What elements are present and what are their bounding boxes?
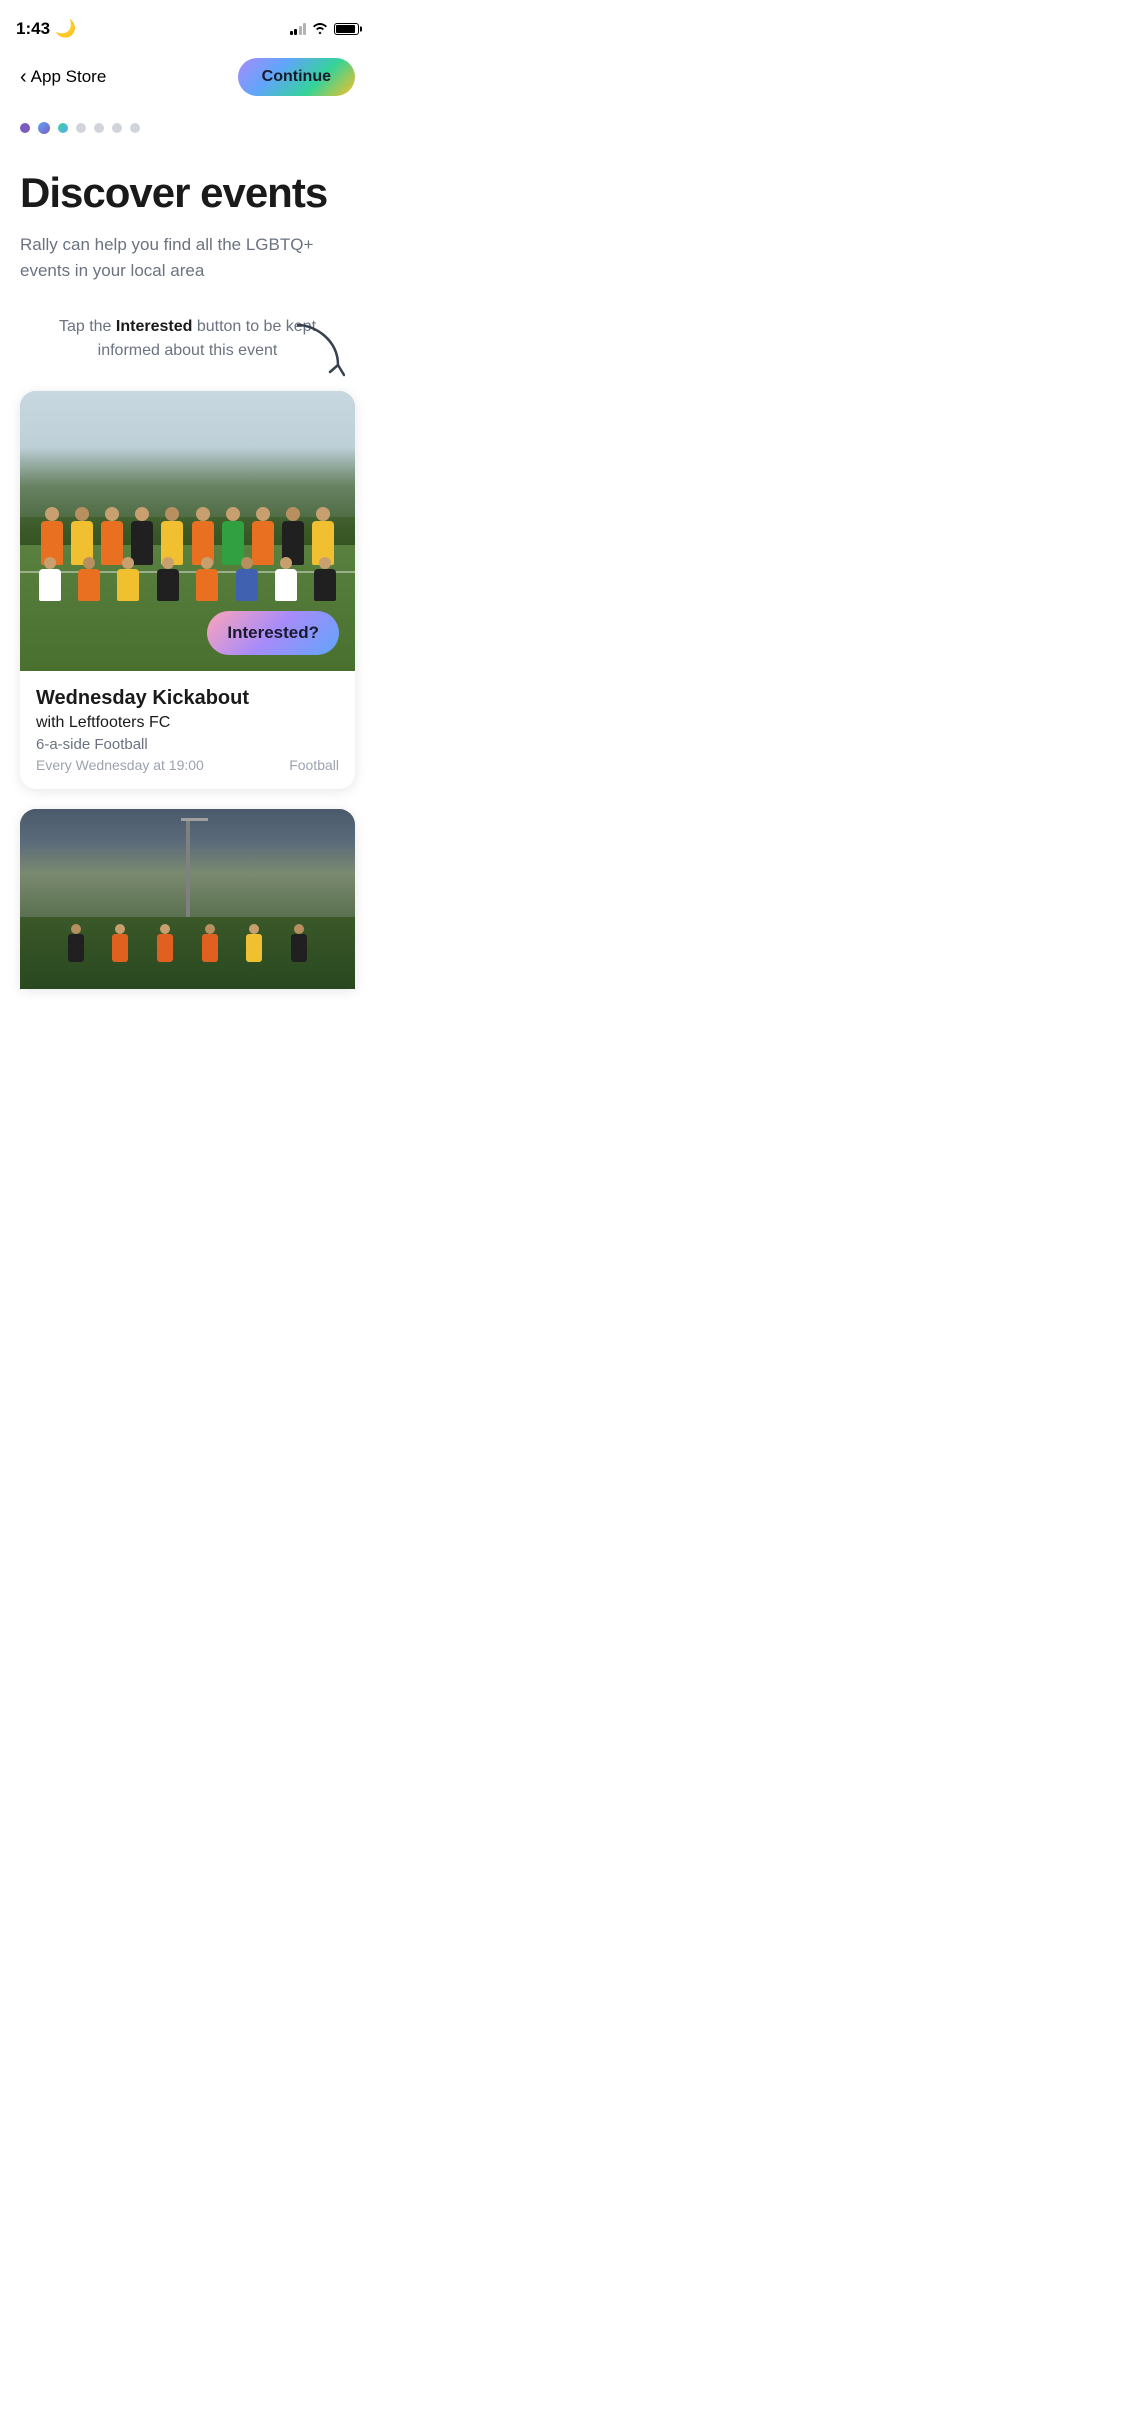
continue-button[interactable]: Continue [238, 58, 355, 96]
battery-icon [334, 23, 359, 35]
instruction-text: Tap the Interested button to be kept inf… [58, 315, 318, 363]
event-title-1: Wednesday Kickabout [36, 687, 339, 710]
instruction-area: Tap the Interested button to be kept inf… [20, 315, 355, 363]
moon-icon: 🌙 [55, 19, 76, 39]
interested-button-1[interactable]: Interested? [207, 611, 339, 655]
event-schedule-row-1: Every Wednesday at 19:00 Football [36, 757, 339, 773]
progress-dot-1 [20, 123, 30, 133]
progress-dot-5 [94, 123, 104, 133]
signal-icon [290, 23, 307, 35]
curved-arrow-icon [290, 320, 345, 390]
event-type-1: 6-a-side Football [36, 736, 339, 753]
wifi-icon [312, 22, 328, 37]
status-bar: 1:43 🌙 [0, 0, 375, 44]
progress-dot-2 [38, 122, 50, 134]
event-image-2 [20, 809, 355, 989]
event-card-2 [20, 809, 355, 989]
back-label: App Store [31, 67, 107, 87]
instruction-bold: Interested [116, 318, 192, 335]
event-info-1: Wednesday Kickabout with Leftfooters FC … [20, 671, 355, 789]
progress-dot-3 [58, 123, 68, 133]
status-icons [290, 22, 360, 37]
progress-dot-7 [130, 123, 140, 133]
cards-container: Interested? Wednesday Kickabout with Lef… [0, 391, 375, 989]
event-category-1: Football [289, 757, 339, 773]
time-text: 1:43 [16, 19, 50, 39]
chevron-left-icon: ‹ [20, 66, 27, 89]
page-subtitle: Rally can help you find all the LGBTQ+ e… [20, 232, 355, 283]
event-image-1: Interested? [20, 391, 355, 671]
event-organizer-1: with Leftfooters FC [36, 714, 339, 732]
progress-dot-4 [76, 123, 86, 133]
page-title: Discover events [20, 170, 355, 216]
status-time: 1:43 🌙 [16, 19, 76, 39]
event-card-1: Interested? Wednesday Kickabout with Lef… [20, 391, 355, 789]
back-button[interactable]: ‹ App Store [20, 66, 106, 89]
nav-bar: ‹ App Store Continue [0, 48, 375, 106]
progress-dots [0, 106, 375, 150]
event-schedule-1: Every Wednesday at 19:00 [36, 757, 204, 773]
main-content: Discover events Rally can help you find … [0, 150, 375, 363]
progress-dot-6 [112, 123, 122, 133]
